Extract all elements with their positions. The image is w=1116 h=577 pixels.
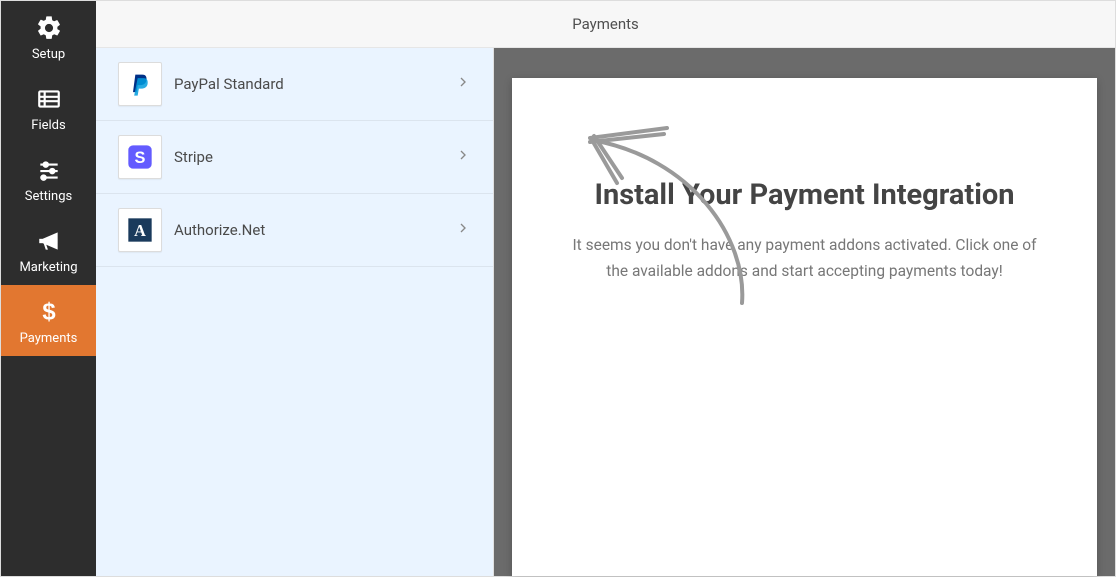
sliders-icon [34, 155, 64, 185]
topbar: Payments [96, 1, 1115, 48]
sidebar-item-settings[interactable]: Settings [1, 143, 96, 214]
chevron-right-icon [455, 74, 471, 94]
sidebar-item-label: Setup [32, 47, 65, 62]
app-root: Setup Fields Settings Marketing $ Paymen… [0, 0, 1116, 577]
page-title: Payments [572, 15, 639, 33]
main: Payments PayPal Standard S [96, 1, 1115, 576]
sidebar-item-label: Payments [20, 331, 78, 346]
list-icon [34, 84, 64, 114]
sidebar-item-marketing[interactable]: Marketing [1, 214, 96, 285]
sidebar-item-payments[interactable]: $ Payments [1, 285, 96, 356]
gear-icon [34, 13, 64, 43]
content: PayPal Standard S Stripe [96, 48, 1115, 576]
sidebar-item-label: Marketing [19, 260, 77, 275]
empty-state-card: Install Your Payment Integration It seem… [512, 78, 1097, 576]
provider-item-authorizenet[interactable]: A Authorize.Net [96, 194, 493, 267]
svg-text:$: $ [42, 299, 55, 325]
stripe-icon: S [118, 135, 162, 179]
authorizenet-icon: A [118, 208, 162, 252]
chevron-right-icon [455, 147, 471, 167]
chevron-right-icon [455, 220, 471, 240]
sidebar: Setup Fields Settings Marketing $ Paymen… [1, 1, 96, 576]
sidebar-item-fields[interactable]: Fields [1, 72, 96, 143]
hand-drawn-arrow-icon [572, 118, 772, 312]
dollar-icon: $ [34, 297, 64, 327]
sidebar-item-label: Settings [25, 189, 72, 204]
provider-item-stripe[interactable]: S Stripe [96, 121, 493, 194]
svg-text:S: S [135, 149, 146, 167]
provider-item-paypal[interactable]: PayPal Standard [96, 48, 493, 121]
sidebar-item-label: Fields [31, 118, 65, 133]
provider-list: PayPal Standard S Stripe [96, 48, 494, 576]
provider-label: Stripe [174, 148, 455, 166]
bullhorn-icon [34, 226, 64, 256]
provider-label: PayPal Standard [174, 75, 455, 93]
sidebar-item-setup[interactable]: Setup [1, 1, 96, 72]
paypal-icon [118, 62, 162, 106]
preview-pane: Install Your Payment Integration It seem… [494, 48, 1115, 576]
provider-label: Authorize.Net [174, 221, 455, 239]
svg-text:A: A [134, 221, 146, 240]
